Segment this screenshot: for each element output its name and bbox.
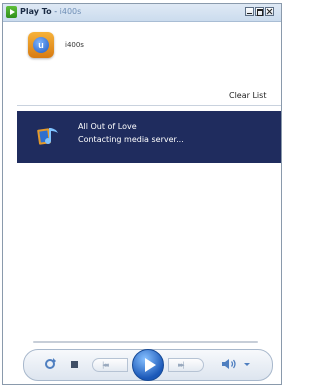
window-title-separator: -	[51, 7, 60, 16]
playback-controls: |◂◂◂ ▸▸▸|	[23, 349, 273, 381]
next-button[interactable]: ▸▸▸|	[168, 358, 204, 372]
window-title-app: Play To	[20, 7, 52, 16]
device-icon: u	[28, 32, 54, 58]
close-button[interactable]	[265, 7, 274, 16]
speaker-icon[interactable]	[221, 357, 239, 371]
music-note-icon	[37, 128, 58, 145]
play-to-app-icon	[6, 6, 17, 18]
seek-bar[interactable]	[33, 341, 258, 343]
playlist[interactable]: All Out of Love Contacting media server.…	[17, 105, 281, 328]
clear-list-button[interactable]: Clear List	[229, 91, 266, 100]
window-title-device: i400s	[59, 7, 82, 16]
volume-dropdown-chevron-icon[interactable]	[244, 363, 250, 366]
previous-button[interactable]: |◂◂◂	[92, 358, 128, 372]
previous-icon: |◂◂◂	[102, 361, 109, 369]
window-title: Play To - i400s	[20, 7, 81, 16]
minimize-button[interactable]	[245, 7, 254, 16]
track-title: All Out of Love	[78, 122, 137, 131]
maximize-button[interactable]	[255, 7, 264, 16]
next-icon: ▸▸▸|	[178, 361, 185, 369]
track-status: Contacting media server...	[78, 135, 184, 144]
play-to-window: Play To - i400s u i400s Clear List All O…	[2, 3, 282, 385]
play-button[interactable]	[132, 349, 164, 381]
device-name: i400s	[65, 41, 84, 49]
stop-icon[interactable]	[71, 361, 78, 368]
playlist-item[interactable]: All Out of Love Contacting media server.…	[17, 111, 281, 163]
shuffle-icon[interactable]	[45, 358, 56, 369]
device-icon-letter: u	[33, 37, 49, 53]
title-bar[interactable]: Play To - i400s	[3, 4, 281, 22]
